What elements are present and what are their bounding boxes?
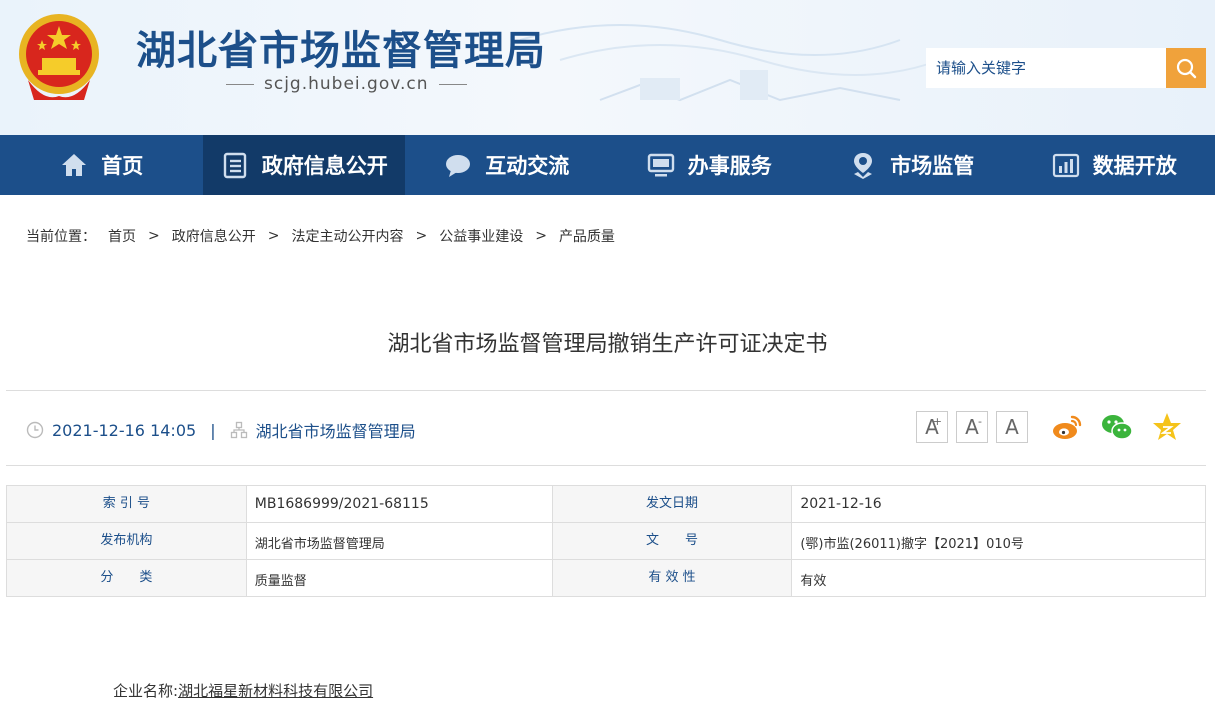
publish-datetime: 2021-12-16 14:05 — [52, 420, 197, 440]
font-btn-mark: - — [978, 415, 982, 428]
meta-separator: | — [210, 420, 216, 440]
nav-label: 首页 — [101, 154, 144, 178]
nav-label: 政府信息公开 — [261, 154, 388, 178]
nav-item-open-data[interactable]: 数据开放 — [1013, 135, 1215, 195]
national-emblem-icon — [19, 14, 99, 100]
home-icon — [62, 154, 87, 176]
site-header: 湖北省市场监督管理局 scjg.hubei.gov.cn — [0, 0, 1215, 135]
breadcrumb-item-home[interactable]: 首页 — [108, 226, 136, 246]
info-key-doc-number: 文 号 — [551, 522, 793, 560]
breadcrumb-separator: > — [148, 228, 160, 244]
location-pin-icon — [854, 153, 873, 179]
favorite-star-icon[interactable] — [1150, 410, 1184, 444]
search-box — [926, 48, 1206, 88]
publish-source: 湖北省市场监督管理局 — [255, 422, 416, 441]
breadcrumb-prefix: 当前位置： — [26, 229, 96, 245]
info-key-index: 索 引 号 — [6, 485, 247, 523]
info-value-category: 质量监督 — [245, 559, 553, 597]
page-title: 湖北省市场监督管理局撤销生产许可证决定书 — [387, 332, 828, 357]
font-reset-button[interactable]: A — [996, 411, 1028, 443]
search-button[interactable] — [1166, 48, 1206, 88]
chat-bubble-icon — [446, 155, 471, 177]
breadcrumb-item-statutory[interactable]: 法定主动公开内容 — [291, 226, 403, 246]
document-info-table: 索 引 号 MB1686999/2021-68115 发文日期 2021-12-… — [6, 485, 1206, 597]
site-title: 湖北省市场监督管理局 — [136, 28, 546, 74]
search-icon — [1176, 58, 1197, 79]
info-value-doc-number: (鄂)市监(26011)撤字【2021】010号 — [791, 522, 1206, 560]
article-meta: 2021-12-16 14:05 | 湖北省市场监督管理局 — [26, 418, 416, 442]
info-key-publisher: 发布机构 — [6, 522, 247, 560]
breadcrumb-separator: > — [535, 228, 547, 244]
table-row: 发布机构 湖北省市场监督管理局 文 号 (鄂)市监(26011)撤字【2021】… — [6, 522, 1206, 560]
meta-divider — [6, 465, 1206, 466]
breadcrumb-item-gov-info[interactable]: 政府信息公开 — [172, 226, 256, 246]
font-decrease-button[interactable]: A - — [956, 411, 988, 443]
url-left-rule — [226, 83, 254, 85]
nav-item-interaction[interactable]: 互动交流 — [405, 135, 608, 195]
document-list-icon — [223, 152, 246, 179]
breadcrumb-item-product-quality[interactable]: 产品质量 — [559, 226, 615, 246]
nav-label: 市场监管 — [890, 154, 975, 178]
info-key-category: 分 类 — [6, 559, 247, 597]
monitor-icon — [647, 153, 674, 177]
url-right-rule — [438, 83, 467, 85]
bar-chart-icon — [1052, 153, 1079, 178]
info-value-index: MB1686999/2021-68115 — [245, 485, 553, 523]
font-size-controls: A + A - A — [916, 411, 1028, 443]
organization-icon — [230, 421, 248, 439]
info-value-date: 2021-12-16 — [791, 485, 1206, 523]
search-input[interactable] — [926, 48, 1166, 88]
title-divider — [6, 390, 1206, 391]
font-increase-button[interactable]: A + — [916, 411, 948, 443]
main-nav: 首页 政府信息公开 互动交流 办事服务 市场监管 数据开放 — [0, 135, 1215, 195]
breadcrumb-separator: > — [415, 228, 428, 244]
nav-item-services[interactable]: 办事服务 — [608, 135, 811, 195]
info-key-validity: 有 效 性 — [551, 559, 793, 597]
nav-item-home[interactable]: 首页 — [0, 135, 203, 195]
wechat-icon[interactable] — [1100, 410, 1134, 444]
breadcrumb-separator: > — [267, 228, 280, 244]
nav-item-gov-info[interactable]: 政府信息公开 — [202, 135, 405, 195]
nav-label: 数据开放 — [1092, 154, 1177, 178]
nav-label: 办事服务 — [687, 154, 772, 178]
info-value-publisher: 湖北省市场监督管理局 — [245, 522, 553, 560]
company-label: 企业名称: — [113, 682, 179, 700]
breadcrumb-item-public-welfare[interactable]: 公益事业建设 — [439, 226, 523, 246]
font-btn-label: A — [965, 415, 979, 439]
company-line: 企业名称:湖北福星新材料科技有限公司 — [113, 680, 373, 701]
font-btn-label: A — [1005, 415, 1019, 439]
share-buttons — [1050, 410, 1184, 444]
table-row: 索 引 号 MB1686999/2021-68115 发文日期 2021-12-… — [6, 485, 1206, 523]
company-name-link[interactable]: 湖北福星新材料科技有限公司 — [178, 682, 373, 700]
font-btn-mark: + — [932, 415, 942, 428]
site-url-text: scjg.hubei.gov.cn — [264, 74, 429, 94]
site-url: scjg.hubei.gov.cn — [226, 74, 467, 94]
nav-label: 互动交流 — [485, 154, 570, 178]
nav-item-market-supervision[interactable]: 市场监管 — [810, 135, 1013, 195]
clock-icon — [26, 421, 44, 439]
breadcrumb: 当前位置： 首页 > 政府信息公开 > 法定主动公开内容 > 公益事业建设 > … — [26, 226, 615, 246]
weibo-icon[interactable] — [1050, 410, 1084, 444]
info-value-validity: 有效 — [791, 559, 1206, 597]
info-key-date: 发文日期 — [551, 485, 793, 523]
table-row: 分 类 质量监督 有 效 性 有效 — [6, 559, 1206, 597]
